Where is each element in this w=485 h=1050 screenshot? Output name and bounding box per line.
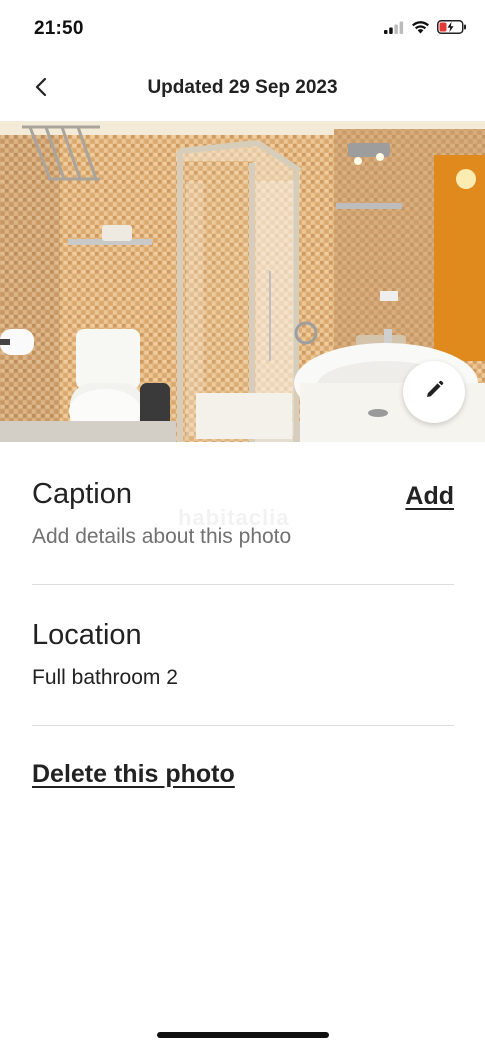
nav-header: Updated 29 Sep 2023: [0, 64, 485, 112]
pencil-icon: [424, 380, 444, 405]
divider: [32, 725, 454, 726]
status-time: 21:50: [34, 18, 84, 39]
edit-photo-button[interactable]: [403, 361, 465, 423]
home-indicator[interactable]: [157, 1032, 329, 1038]
battery-charging-icon: [437, 20, 467, 39]
page-title: Updated 29 Sep 2023: [147, 77, 338, 98]
caption-placeholder[interactable]: Add details about this photo: [32, 525, 291, 549]
status-icons: [384, 20, 467, 39]
delete-photo-link[interactable]: Delete this photo: [32, 760, 235, 789]
caption-label: Caption: [32, 478, 132, 510]
location-value[interactable]: Full bathroom 2: [32, 666, 178, 690]
location-label: Location: [32, 619, 142, 651]
status-bar: 21:50: [0, 0, 485, 60]
cellular-signal-icon: [384, 21, 404, 39]
wifi-icon: [411, 20, 430, 39]
divider: [32, 584, 454, 585]
add-caption-link[interactable]: Add: [405, 482, 454, 511]
